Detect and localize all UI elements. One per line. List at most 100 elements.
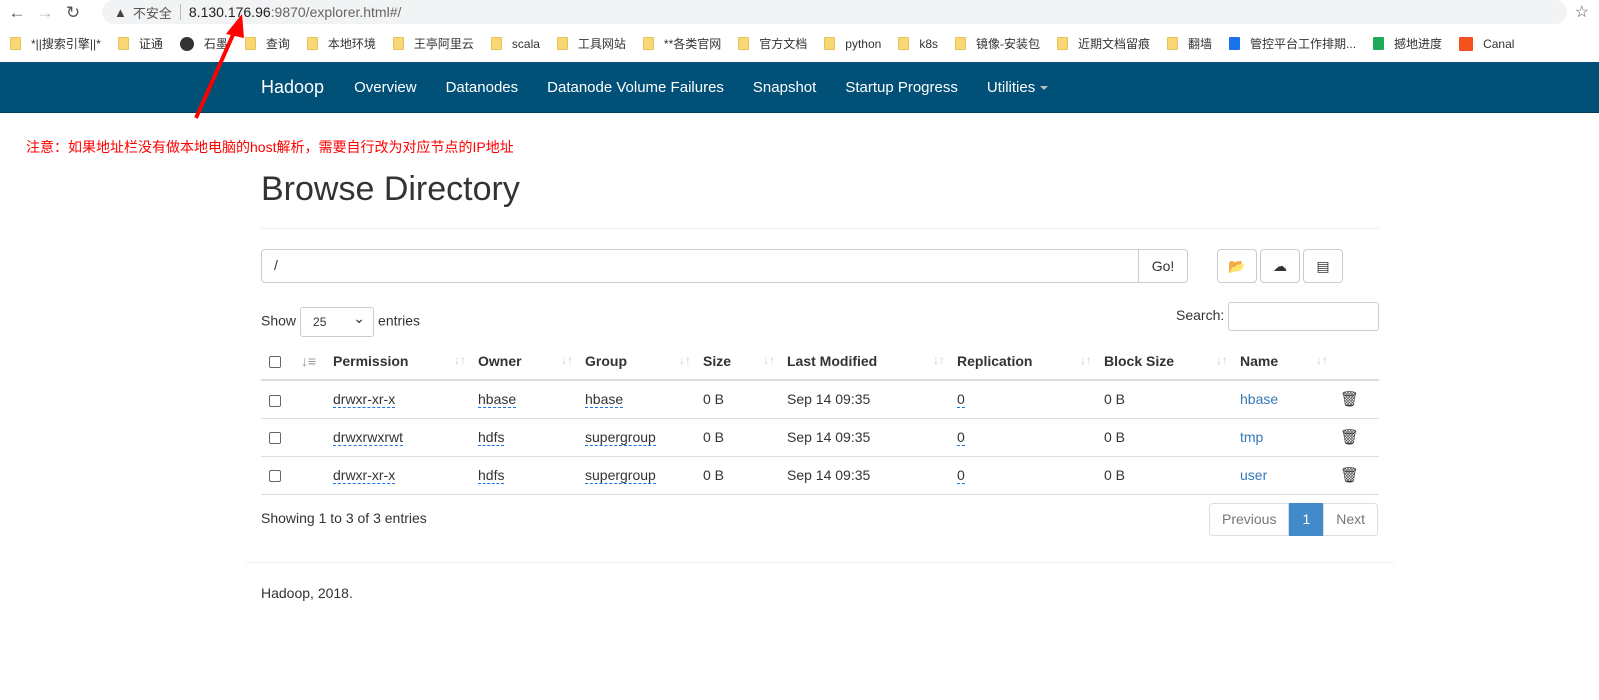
block-size-cell: 0 B (1104, 380, 1240, 419)
folder-icon (1229, 37, 1241, 50)
bookmark-item[interactable]: Canal (1459, 36, 1514, 51)
row-checkbox[interactable] (269, 432, 281, 445)
page-title: Browse Directory (261, 170, 520, 208)
column-header-group[interactable]: Group ↓↑ (585, 342, 703, 381)
cut-paste-button[interactable]: ▤ (1303, 249, 1343, 283)
nav-datanodes[interactable]: Datanodes (446, 79, 519, 96)
bookmark-item[interactable]: 撼地进度 (1373, 35, 1442, 52)
column-header-last-modified[interactable]: Last Modified ↓↑ (787, 342, 957, 381)
last-modified-cell: Sep 14 09:35 (787, 456, 957, 495)
address-bar[interactable]: ▲ 不安全 8.130.176.96:9870/explorer.html#/ (102, 0, 1567, 24)
create-directory-button[interactable]: 📂 (1217, 249, 1257, 283)
next-button[interactable]: Next (1323, 503, 1379, 536)
search-input[interactable] (1228, 302, 1379, 331)
replication-cell[interactable]: 0 (957, 467, 965, 484)
nav-utilities-label: Utilities (986, 78, 1036, 96)
sort-order-icon[interactable]: ↓≡ (301, 342, 333, 381)
bookmark-item[interactable]: 王亭阿里云 (392, 35, 474, 52)
permission-cell[interactable]: drwxr-xr-x (333, 467, 396, 484)
folder-icon (738, 37, 750, 50)
bookmark-label: 近期文档留痕 (1078, 37, 1151, 51)
page-1-button[interactable]: 1 (1289, 503, 1324, 536)
spacer (301, 380, 333, 419)
last-modified-cell: Sep 14 09:35 (787, 418, 957, 457)
group-cell[interactable]: supergroup (585, 429, 656, 446)
previous-button[interactable]: Previous (1209, 503, 1290, 536)
bookmark-item[interactable]: 镜像-安装包 (955, 35, 1040, 52)
column-header-replication[interactable]: Replication ↓↑ (957, 342, 1104, 381)
upload-button[interactable]: ☁ (1260, 249, 1300, 283)
bookmark-label: k8s (919, 36, 938, 51)
bookmark-label: **各类官网 (663, 37, 722, 51)
owner-cell[interactable]: hbase (478, 391, 517, 409)
folder-icon (306, 37, 318, 50)
folder-icon (556, 37, 568, 50)
spacer (301, 418, 333, 457)
column-header-permission[interactable]: Permission ↓↑ (333, 342, 478, 381)
name-link[interactable]: hbase (1240, 391, 1278, 407)
header-label: Permission (333, 352, 409, 369)
delete-icon[interactable]: 🗑 (1340, 456, 1379, 495)
bookmark-item[interactable]: scala (490, 37, 540, 51)
bookmark-label: 工具网站 (577, 37, 626, 51)
sort-icon: ↓↑ (763, 353, 775, 367)
permission-cell[interactable]: drwxr-xr-x (333, 391, 396, 409)
replication-cell[interactable]: 0 (957, 429, 965, 446)
table-row: drwxr-xr-x hdfs supergroup 0 B Sep 14 09:35 0… (261, 456, 1379, 495)
sort-icon: ↓↑ (1316, 353, 1328, 367)
bookmark-label: 官方文档 (759, 37, 808, 51)
entries-select[interactable]: 25 (300, 307, 375, 337)
star-icon[interactable]: ☆ (1575, 2, 1589, 22)
replication-cell[interactable]: 0 (957, 391, 965, 409)
table-info: Showing 1 to 3 of 3 entries (261, 510, 427, 526)
bookmark-item[interactable]: python (824, 37, 881, 51)
bookmark-item[interactable]: k8s (898, 37, 938, 51)
delete-icon[interactable]: 🗑 (1340, 380, 1379, 419)
nav-utilities[interactable]: Utilities (986, 78, 1049, 96)
folder-icon (1373, 37, 1385, 50)
folder-icon (1459, 36, 1474, 51)
bookmark-item[interactable]: **各类官网 (642, 35, 722, 52)
group-cell[interactable]: hbase (585, 391, 624, 409)
column-header-owner[interactable]: Owner ↓↑ (478, 342, 585, 381)
sort-icon: ↓↑ (1216, 353, 1228, 367)
table-row: drwxr-xr-x hbase hbase 0 B Sep 14 09:35 0 0 Bh… (261, 380, 1379, 419)
column-header-block-size[interactable]: Block Size ↓↑ (1104, 342, 1240, 381)
folder-icon (392, 37, 404, 50)
nav-volume-failures[interactable]: Datanode Volume Failures (547, 79, 724, 96)
bookmark-item[interactable]: 近期文档留痕 (1057, 35, 1150, 52)
bookmark-item[interactable]: 本地环境 (306, 35, 376, 52)
sort-icon: ↓↑ (561, 353, 573, 367)
name-link[interactable]: tmp (1240, 429, 1263, 445)
owner-cell[interactable]: hdfs (478, 429, 505, 446)
table-row: drwxrwxrwt hdfs supergroup 0 B Sep 14 09:35 0… (261, 418, 1379, 457)
bookmark-item[interactable]: 管控平台工作排期... (1229, 35, 1356, 52)
bookmark-item[interactable]: 翻墙 (1167, 35, 1212, 52)
name-link[interactable]: user (1240, 467, 1267, 483)
permission-cell[interactable]: drwxrwxrwt (333, 429, 403, 446)
nav-startup-progress[interactable]: Startup Progress (845, 79, 958, 96)
delete-icon[interactable]: 🗑 (1340, 418, 1379, 457)
row-checkbox[interactable] (269, 470, 281, 483)
select-all-checkbox[interactable] (269, 355, 281, 368)
owner-cell[interactable]: hdfs (478, 467, 505, 484)
folder-icon (955, 37, 966, 50)
entries-value: 25 (313, 315, 327, 329)
nav-overview[interactable]: Overview (354, 79, 417, 96)
bookmark-item[interactable]: 官方文档 (738, 35, 807, 52)
block-size-cell: 0 B (1104, 456, 1240, 495)
caret-down-icon (1040, 85, 1049, 90)
search-label: Search: (1176, 307, 1225, 323)
bookmark-label: 撼地进度 (1394, 37, 1443, 51)
nav-snapshot[interactable]: Snapshot (753, 79, 816, 96)
go-button[interactable]: Go! (1138, 249, 1188, 283)
size-cell: 0 B (703, 456, 787, 495)
path-input[interactable]: / (261, 249, 1139, 283)
bookmark-item[interactable]: 工具网站 (556, 35, 626, 52)
header-label: Name (1240, 352, 1279, 369)
header-label: Size (703, 352, 732, 369)
column-header-size[interactable]: Size ↓↑ (703, 342, 787, 381)
column-header-name[interactable]: Name ↓↑ (1240, 342, 1340, 381)
group-cell[interactable]: supergroup (585, 467, 656, 484)
row-checkbox[interactable] (269, 394, 281, 407)
